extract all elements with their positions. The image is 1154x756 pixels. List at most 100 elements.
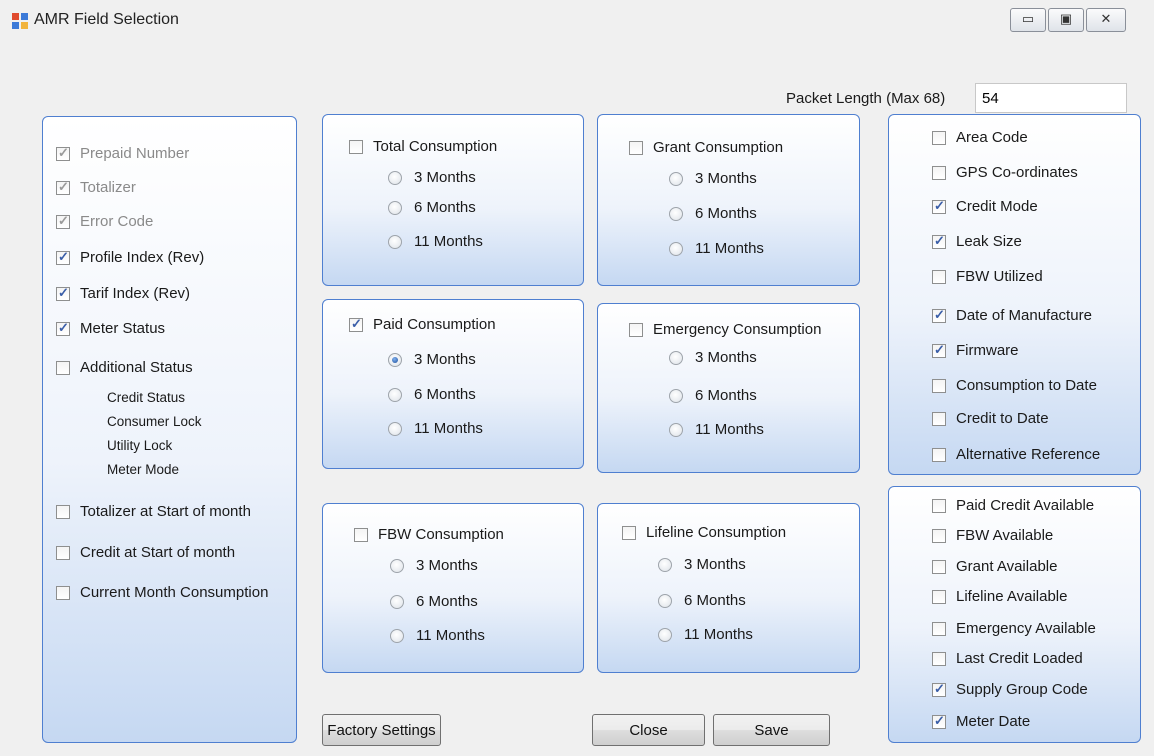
paid-consumption-checkbox[interactable]: Paid Consumption bbox=[349, 316, 496, 333]
radio-label: 11 Months bbox=[416, 627, 485, 644]
grant-3-months-radio[interactable]: 3 Months bbox=[669, 170, 757, 187]
utility-lock-label: Utility Lock bbox=[107, 438, 173, 453]
lifeline-11-months-radio[interactable]: 11 Months bbox=[658, 626, 753, 643]
checkbox-box bbox=[622, 525, 636, 540]
maximize-icon: ▣ bbox=[1059, 11, 1073, 26]
radio-circle bbox=[388, 387, 402, 402]
emergency-consumption-checkbox[interactable]: Emergency Consumption bbox=[629, 321, 821, 338]
total-3-months-radio[interactable]: 3 Months bbox=[388, 169, 476, 186]
total-6-months-radio[interactable]: 6 Months bbox=[388, 199, 476, 216]
radio-label: 6 Months bbox=[416, 593, 478, 610]
checkbox-box bbox=[932, 233, 946, 249]
radio-circle bbox=[669, 206, 683, 221]
fbw-utilized-checkbox[interactable]: FBW Utilized bbox=[932, 268, 1043, 285]
checkbox-label: FBW Available bbox=[956, 527, 1054, 544]
fbw-6-months-radio[interactable]: 6 Months bbox=[390, 593, 478, 610]
paid-3-months-radio[interactable]: 3 Months bbox=[388, 351, 476, 368]
grant-consumption-checkbox[interactable]: Grant Consumption bbox=[629, 139, 783, 156]
grant-available-checkbox[interactable]: Grant Available bbox=[932, 558, 1057, 575]
totalizer-checkbox[interactable]: Totalizer bbox=[56, 179, 136, 196]
current-month-consumption-checkbox[interactable]: Current Month Consumption bbox=[56, 584, 268, 601]
firmware-checkbox[interactable]: Firmware bbox=[932, 342, 1019, 359]
checkbox-box bbox=[56, 320, 70, 336]
close-window-button[interactable]: ✕ bbox=[1086, 8, 1126, 32]
save-button[interactable]: Save bbox=[713, 714, 830, 746]
checkbox-label: Supply Group Code bbox=[956, 681, 1088, 698]
consumption-to-date-checkbox[interactable]: Consumption to Date bbox=[932, 377, 1097, 394]
paid-11-months-radio[interactable]: 11 Months bbox=[388, 420, 483, 437]
radio-circle bbox=[658, 557, 672, 572]
radio-label: 11 Months bbox=[684, 626, 753, 643]
paid-credit-available-checkbox[interactable]: Paid Credit Available bbox=[932, 497, 1094, 514]
group-title: Lifeline Consumption bbox=[646, 524, 787, 541]
checkbox-box bbox=[932, 589, 946, 604]
factory-settings-button[interactable]: Factory Settings bbox=[322, 714, 441, 746]
error-code-checkbox[interactable]: Error Code bbox=[56, 213, 153, 230]
paid-6-months-radio[interactable]: 6 Months bbox=[388, 386, 476, 403]
checkbox-label: Meter Date bbox=[956, 713, 1031, 730]
checkbox-box bbox=[932, 342, 946, 358]
prepaid-number-checkbox[interactable]: Prepaid Number bbox=[56, 145, 189, 162]
maximize-button[interactable]: ▣ bbox=[1048, 8, 1084, 32]
checkbox-label: Prepaid Number bbox=[80, 145, 190, 162]
lifeline-6-months-radio[interactable]: 6 Months bbox=[658, 592, 746, 609]
fbw-available-checkbox[interactable]: FBW Available bbox=[932, 527, 1053, 544]
close-button[interactable]: Close bbox=[592, 714, 705, 746]
radio-circle bbox=[669, 422, 683, 437]
checkbox-label: Additional Status bbox=[80, 359, 193, 376]
close-icon: ✕ bbox=[1100, 11, 1112, 26]
alternative-reference-checkbox[interactable]: Alternative Reference bbox=[932, 446, 1100, 463]
tarif-index-checkbox[interactable]: Tarif Index (Rev) bbox=[56, 285, 190, 302]
emergency-11-months-radio[interactable]: 11 Months bbox=[669, 421, 764, 438]
checkbox-label: Totalizer at Start of month bbox=[80, 503, 251, 520]
emergency-6-months-radio[interactable]: 6 Months bbox=[669, 387, 757, 404]
emergency-available-checkbox[interactable]: Emergency Available bbox=[932, 620, 1096, 637]
checkbox-box bbox=[56, 545, 70, 560]
checkbox-label: Totalizer bbox=[80, 179, 136, 196]
lifeline-3-months-radio[interactable]: 3 Months bbox=[658, 556, 746, 573]
area-code-checkbox[interactable]: Area Code bbox=[932, 129, 1028, 146]
checkbox-label: Lifeline Available bbox=[956, 588, 1068, 605]
packet-length-input[interactable] bbox=[975, 83, 1127, 113]
meter-status-checkbox[interactable]: Meter Status bbox=[56, 320, 165, 337]
leak-size-checkbox[interactable]: Leak Size bbox=[932, 233, 1022, 250]
credit-start-month-checkbox[interactable]: Credit at Start of month bbox=[56, 544, 235, 561]
checkbox-label: Meter Status bbox=[80, 320, 166, 337]
grant-consumption-group: Grant Consumption 3 Months 6 Months 11 M… bbox=[597, 114, 860, 286]
total-consumption-checkbox[interactable]: Total Consumption bbox=[349, 138, 497, 155]
emergency-3-months-radio[interactable]: 3 Months bbox=[669, 349, 757, 366]
radio-circle bbox=[669, 388, 683, 403]
lifeline-available-checkbox[interactable]: Lifeline Available bbox=[932, 588, 1067, 605]
profile-index-checkbox[interactable]: Profile Index (Rev) bbox=[56, 249, 204, 266]
checkbox-label: Last Credit Loaded bbox=[956, 650, 1083, 667]
checkbox-box bbox=[932, 307, 946, 323]
fbw-11-months-radio[interactable]: 11 Months bbox=[390, 627, 485, 644]
additional-status-checkbox[interactable]: Additional Status bbox=[56, 359, 193, 376]
last-credit-loaded-checkbox[interactable]: Last Credit Loaded bbox=[932, 650, 1083, 667]
window-title: AMR Field Selection bbox=[34, 11, 179, 28]
grant-11-months-radio[interactable]: 11 Months bbox=[669, 240, 764, 257]
totalizer-start-month-checkbox[interactable]: Totalizer at Start of month bbox=[56, 503, 251, 520]
total-11-months-radio[interactable]: 11 Months bbox=[388, 233, 483, 250]
checkbox-box bbox=[932, 447, 946, 462]
supply-group-code-checkbox[interactable]: Supply Group Code bbox=[932, 681, 1088, 698]
grant-6-months-radio[interactable]: 6 Months bbox=[669, 205, 757, 222]
meter-date-checkbox[interactable]: Meter Date bbox=[932, 713, 1030, 730]
fbw-3-months-radio[interactable]: 3 Months bbox=[390, 557, 478, 574]
radio-circle bbox=[658, 593, 672, 608]
checkbox-label: Paid Credit Available bbox=[956, 497, 1095, 514]
gps-coordinates-checkbox[interactable]: GPS Co-ordinates bbox=[932, 164, 1078, 181]
date-of-manufacture-checkbox[interactable]: Date of Manufacture bbox=[932, 307, 1092, 324]
checkbox-box bbox=[629, 140, 643, 155]
lifeline-consumption-checkbox[interactable]: Lifeline Consumption bbox=[622, 524, 786, 541]
credit-mode-checkbox[interactable]: Credit Mode bbox=[932, 198, 1038, 215]
minimize-button[interactable]: ▭ bbox=[1010, 8, 1046, 32]
group-title: Paid Consumption bbox=[373, 316, 496, 333]
fbw-consumption-checkbox[interactable]: FBW Consumption bbox=[354, 526, 504, 543]
radio-circle bbox=[388, 352, 402, 367]
radio-circle bbox=[390, 558, 404, 573]
minimize-icon: ▭ bbox=[1021, 11, 1035, 26]
checkbox-box bbox=[56, 285, 70, 301]
credit-to-date-checkbox[interactable]: Credit to Date bbox=[932, 410, 1049, 427]
checkbox-label: Current Month Consumption bbox=[80, 584, 269, 601]
